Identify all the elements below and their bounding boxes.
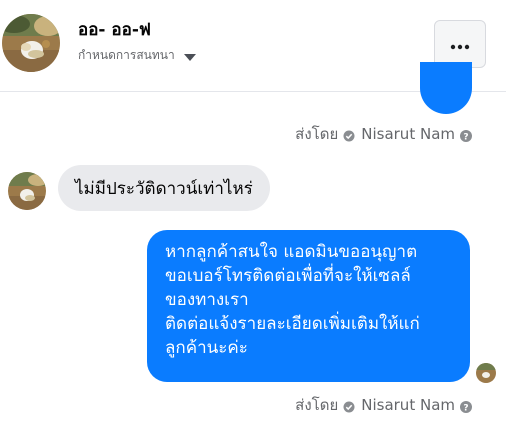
sent-by-label: ส่งโดย bbox=[295, 125, 339, 143]
sender-check-icon bbox=[343, 399, 355, 413]
caret-down-icon bbox=[183, 51, 197, 61]
svg-text:?: ? bbox=[463, 132, 468, 142]
conversation-settings-label: กำหนดการสนทนา bbox=[78, 48, 175, 62]
message-line: ติดต่อแจ้งรายละเอียดเพิ่มเติมให้แก่ bbox=[165, 314, 420, 334]
sender-name: Nisarut Nam bbox=[361, 396, 455, 414]
contact-avatar-small[interactable] bbox=[8, 172, 46, 210]
sent-by-label: ส่งโดย bbox=[295, 396, 339, 414]
more-options-button[interactable] bbox=[434, 20, 486, 68]
svg-text:?: ? bbox=[463, 403, 468, 413]
more-horizontal-icon bbox=[450, 35, 470, 54]
help-icon[interactable]: ? bbox=[460, 128, 472, 142]
conversation-settings-dropdown[interactable]: กำหนดการสนทนา bbox=[78, 46, 197, 65]
read-receipt-avatar bbox=[476, 363, 496, 383]
message-line: ขอเบอร์โทรติดต่อเพื่อที่จะให้เซลล์ bbox=[165, 266, 411, 286]
contact-avatar[interactable] bbox=[2, 14, 60, 72]
message-line: ลูกค้านะค่ะ bbox=[165, 338, 248, 358]
message-line: หากลูกค้าสนใจ แอดมินขออนุญาต bbox=[165, 242, 418, 262]
incoming-message[interactable]: ไม่มีประวัติดาวน์เท่าไหร่ bbox=[58, 165, 270, 211]
sent-by-info: ส่งโดย Nisarut Nam ? bbox=[295, 122, 472, 146]
sent-by-info: ส่งโดย Nisarut Nam ? bbox=[295, 393, 472, 417]
messenger-conversation: ออ- ออ-ฟ กำหนดการสนทนา ส่งโดย Nisarut Na… bbox=[0, 0, 506, 437]
sender-check-icon bbox=[343, 128, 355, 142]
message-line: ของทางเรา bbox=[165, 290, 249, 310]
contact-name[interactable]: ออ- ออ-ฟ bbox=[78, 16, 151, 43]
previous-message-bubble[interactable] bbox=[420, 62, 472, 114]
help-icon[interactable]: ? bbox=[460, 399, 472, 413]
sender-name: Nisarut Nam bbox=[361, 125, 455, 143]
message-thread: ส่งโดย Nisarut Nam ? ไม่มีประวัติดาวน์เท… bbox=[0, 62, 506, 437]
outgoing-message[interactable]: หากลูกค้าสนใจ แอดมินขออนุญาต ขอเบอร์โทรต… bbox=[147, 230, 470, 382]
